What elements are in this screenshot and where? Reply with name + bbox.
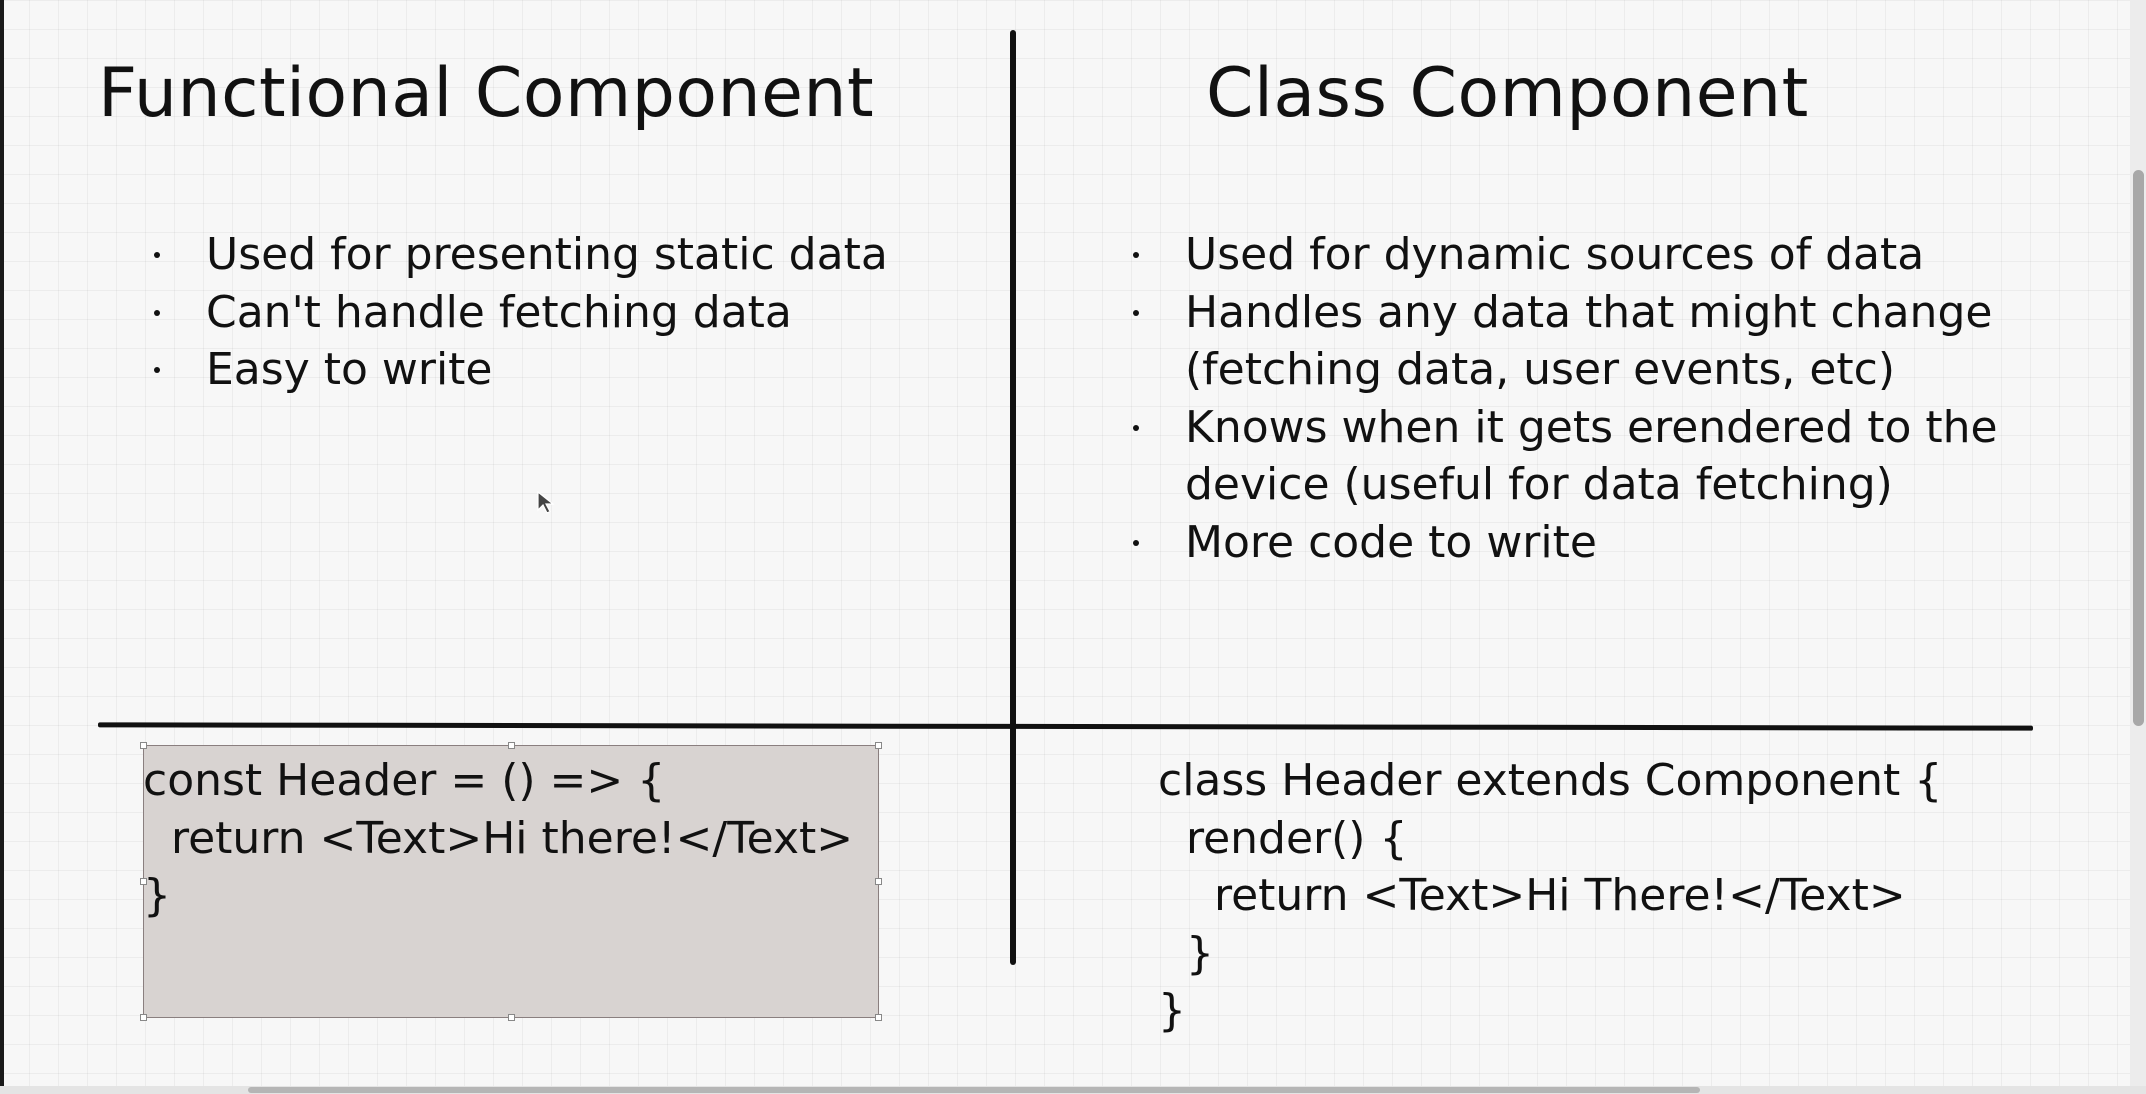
- horizontal-scrollbar[interactable]: [0, 1086, 2146, 1094]
- list-item: Used for presenting static data: [150, 226, 970, 284]
- whiteboard-canvas[interactable]: Functional Component Class Component Use…: [0, 0, 2146, 1094]
- list-item: Handles any data that might change (fetc…: [1129, 284, 2029, 399]
- vertical-scrollbar-thumb[interactable]: [2133, 170, 2144, 726]
- horizontal-scrollbar-thumb[interactable]: [248, 1087, 1700, 1093]
- class-component-title: Class Component: [1206, 54, 1809, 133]
- functional-component-bullets: Used for presenting static data Can't ha…: [150, 226, 970, 399]
- list-item: Can't handle fetching data: [150, 284, 970, 342]
- resize-handle-middle-right[interactable]: [875, 878, 882, 885]
- mouse-pointer-icon: [537, 490, 555, 514]
- resize-handle-top-right[interactable]: [875, 742, 882, 749]
- resize-handle-bottom-center[interactable]: [508, 1014, 515, 1021]
- class-component-bullets: Used for dynamic sources of data Handles…: [1129, 226, 2029, 571]
- vertical-divider-line: [1010, 30, 1016, 965]
- resize-handle-bottom-right[interactable]: [875, 1014, 882, 1021]
- list-item: Used for dynamic sources of data: [1129, 226, 2029, 284]
- list-item: More code to write: [1129, 514, 2029, 572]
- list-item: Knows when it gets erendered to the devi…: [1129, 399, 2029, 514]
- window-edge: [0, 0, 4, 1094]
- horizontal-divider-line: [97, 722, 2034, 731]
- resize-handle-top-center[interactable]: [508, 742, 515, 749]
- vertical-scrollbar[interactable]: [2130, 0, 2146, 1094]
- functional-component-code: const Header = () => { return <Text>Hi t…: [143, 755, 854, 921]
- resize-handle-top-left[interactable]: [140, 742, 147, 749]
- list-item: Easy to write: [150, 341, 970, 399]
- class-component-code: class Header extends Component { render(…: [1158, 755, 1943, 1036]
- resize-handle-bottom-left[interactable]: [140, 1014, 147, 1021]
- functional-component-title: Functional Component: [98, 54, 875, 133]
